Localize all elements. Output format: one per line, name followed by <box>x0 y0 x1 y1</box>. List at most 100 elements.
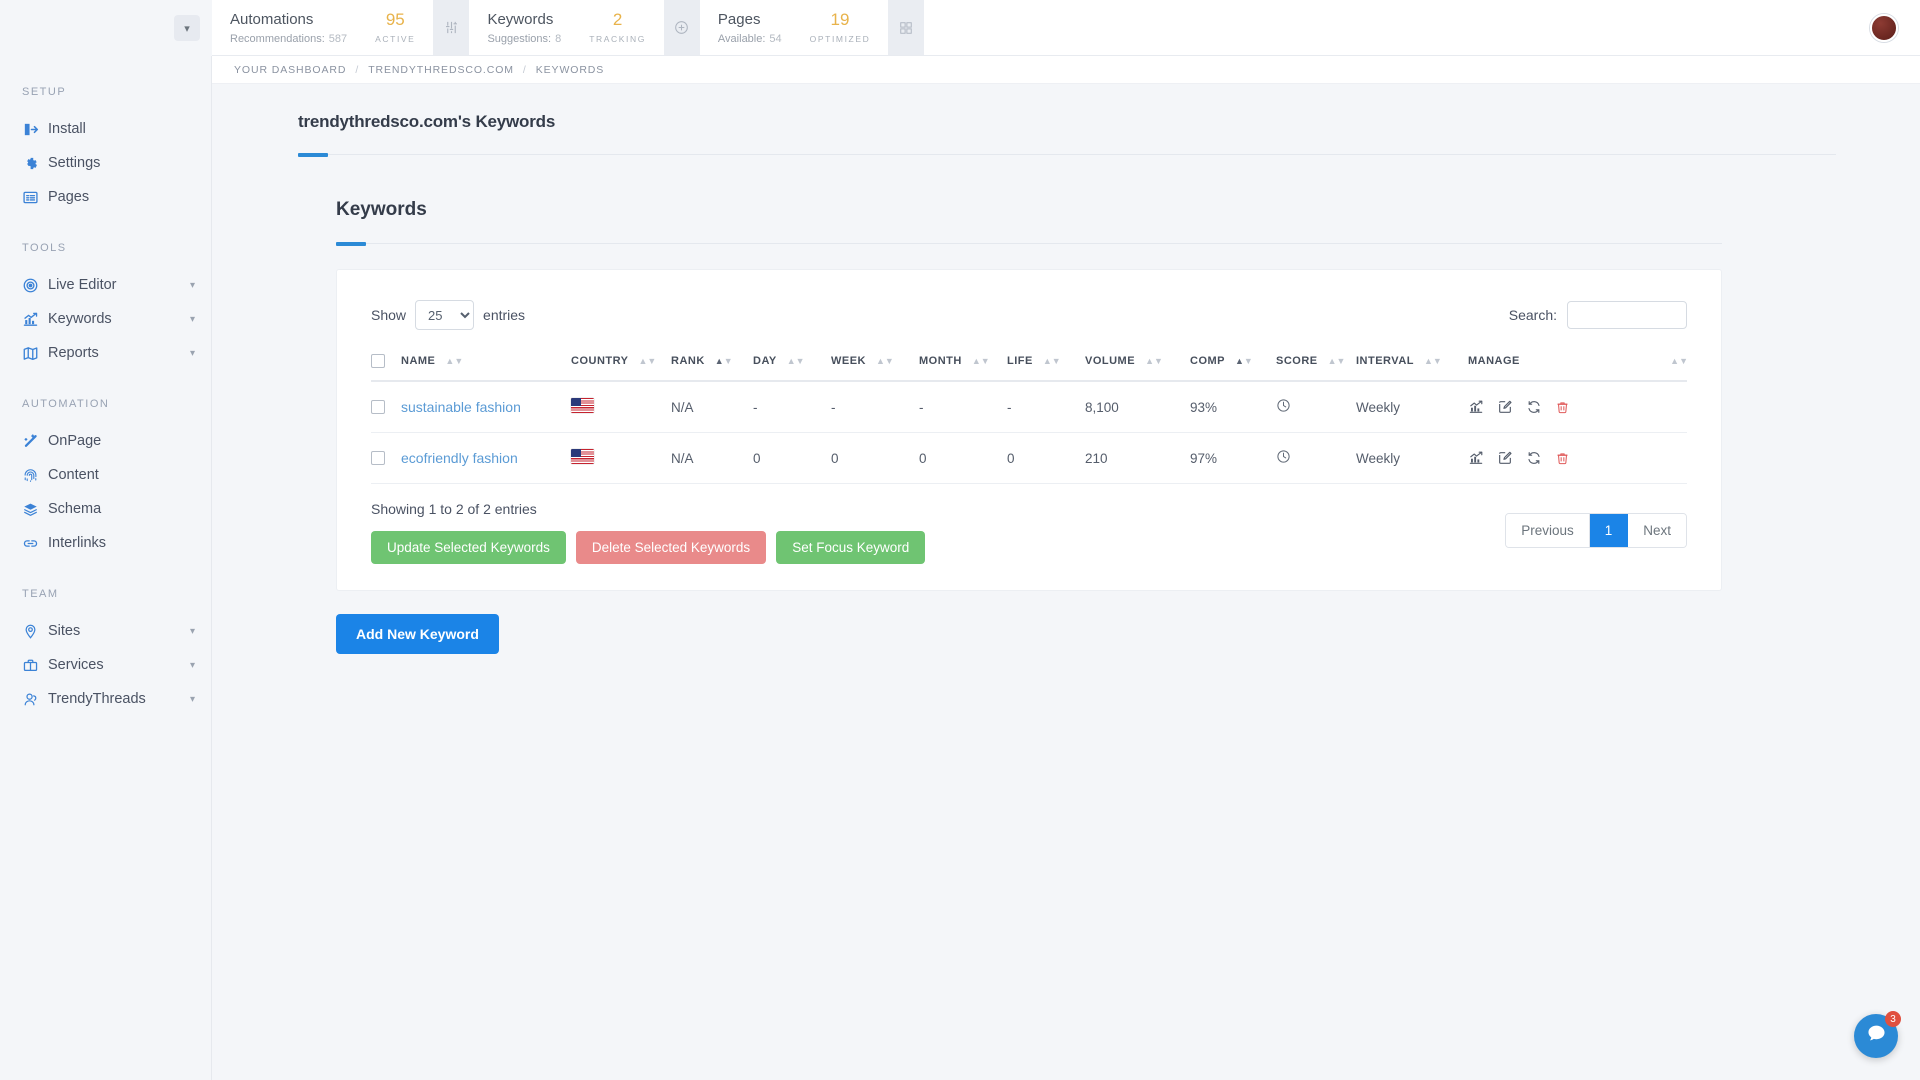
avatar[interactable] <box>1870 13 1898 42</box>
th-country[interactable]: COUNTRY ▲ ▼ <box>571 348 671 382</box>
pagination-previous[interactable]: Previous <box>1506 514 1590 547</box>
row-checkbox[interactable] <box>371 451 385 465</box>
th-manage[interactable]: MANAGE ▲ ▼ <box>1468 348 1688 382</box>
sidebar-item-pages[interactable]: Pages <box>0 180 211 214</box>
sort-icon[interactable]: ▲ ▼ <box>445 356 463 366</box>
sidebar-item-reports[interactable]: Reports ▾ <box>0 336 211 370</box>
cell-select[interactable] <box>371 432 401 484</box>
pagination-next[interactable]: Next <box>1628 514 1686 547</box>
th-day[interactable]: DAY ▲ ▼ <box>753 348 831 382</box>
chevron-down-icon[interactable]: ▾ <box>190 694 195 705</box>
th-month[interactable]: MONTH ▲ ▼ <box>919 348 1007 382</box>
add-new-keyword-button[interactable]: Add New Keyword <box>336 614 499 654</box>
stat-card-automations[interactable]: Automations Recommendations: 587 95 ACTIV… <box>212 0 434 55</box>
sort-icon-active[interactable]: ▲ ▼ <box>1235 356 1253 366</box>
trash-icon[interactable] <box>1555 451 1570 466</box>
top-bar: ▾ Automations Recommendations: 587 95 ACT… <box>0 0 1920 56</box>
pagination-page-1[interactable]: 1 <box>1589 514 1629 547</box>
delete-selected-keywords-button[interactable]: Delete Selected Keywords <box>575 531 767 564</box>
search-input[interactable] <box>1567 301 1687 329</box>
sort-icon[interactable]: ▲ ▼ <box>1670 356 1688 366</box>
refresh-icon[interactable] <box>1526 450 1542 466</box>
chevron-down-icon[interactable]: ▾ <box>190 280 195 291</box>
sidebar-item-onpage[interactable]: OnPage <box>0 424 211 458</box>
sort-icon[interactable]: ▲ ▼ <box>1424 356 1442 366</box>
chart-icon[interactable] <box>1468 399 1484 415</box>
sidebar-item-label: Live Editor <box>48 277 117 293</box>
show-label: Show <box>371 307 407 323</box>
keyword-link[interactable]: sustainable fashion <box>401 399 521 415</box>
sort-icon[interactable]: ▲ ▼ <box>1145 356 1163 366</box>
sidebar-item-interlinks[interactable]: Interlinks <box>0 526 211 560</box>
th-interval[interactable]: INTERVAL ▲ ▼ <box>1356 348 1468 382</box>
th-label: INTERVAL <box>1356 355 1414 367</box>
grid-icon[interactable] <box>888 0 925 55</box>
cell-month: - <box>919 381 1007 433</box>
sidebar-item-services[interactable]: Services ▾ <box>0 648 211 682</box>
edit-icon[interactable] <box>1497 450 1513 466</box>
sort-icon-active[interactable]: ▲ ▼ <box>715 356 733 366</box>
chevron-down-icon[interactable]: ▾ <box>190 626 195 637</box>
sort-icon[interactable]: ▲ ▼ <box>876 356 894 366</box>
sidebar-item-live-editor[interactable]: Live Editor ▾ <box>0 268 211 302</box>
table-row[interactable]: ecofriendly fashion N/A 0 0 0 0 210 97% <box>371 432 1687 484</box>
sidebar-item-trendythreads[interactable]: TrendyThreads ▾ <box>0 682 211 716</box>
keyword-link[interactable]: ecofriendly fashion <box>401 450 518 466</box>
cell-volume: 8,100 <box>1085 381 1190 433</box>
chevron-down-icon[interactable]: ▾ <box>190 314 195 325</box>
sidebar-item-schema[interactable]: Schema <box>0 492 211 526</box>
th-label: MANAGE <box>1468 355 1520 367</box>
stat-card-keywords[interactable]: Keywords Suggestions: 8 2 TRACKING <box>469 0 664 55</box>
row-checkbox[interactable] <box>371 400 385 414</box>
page-size-select[interactable]: 102550100 <box>415 300 475 330</box>
th-life[interactable]: LIFE ▲ ▼ <box>1007 348 1085 382</box>
cell-life: - <box>1007 381 1085 433</box>
stat-card-pages[interactable]: Pages Available: 54 19 OPTIMIZED <box>699 0 889 55</box>
sort-icon[interactable]: ▲ ▼ <box>787 356 805 366</box>
trash-icon[interactable] <box>1555 400 1570 415</box>
th-score[interactable]: SCORE ▲ ▼ <box>1276 348 1356 382</box>
th-volume[interactable]: VOLUME ▲ ▼ <box>1085 348 1190 382</box>
sort-icon[interactable]: ▲ ▼ <box>638 356 656 366</box>
chart-up-icon <box>22 311 48 328</box>
breadcrumb-item-site[interactable]: TRENDYTHREDSCO.COM <box>368 64 514 76</box>
breadcrumb-item-dashboard[interactable]: YOUR DASHBOARD <box>234 64 346 76</box>
cell-comp: 97% <box>1190 432 1276 484</box>
sort-icon[interactable]: ▲ ▼ <box>1328 356 1346 366</box>
sidebar-item-label: Schema <box>48 501 102 517</box>
table-row[interactable]: sustainable fashion N/A - - - - 8,100 93… <box>371 381 1687 433</box>
th-name[interactable]: NAME ▲ ▼ <box>401 348 571 382</box>
update-selected-keywords-button[interactable]: Update Selected Keywords <box>371 531 566 564</box>
sort-icon[interactable]: ▲ ▼ <box>1043 356 1061 366</box>
cell-name[interactable]: sustainable fashion <box>401 381 571 433</box>
th-rank[interactable]: RANK ▲ ▼ <box>671 348 753 382</box>
cell-name[interactable]: ecofriendly fashion <box>401 432 571 484</box>
cell-day: - <box>753 381 831 433</box>
stat-unit: OPTIMIZED <box>809 34 871 44</box>
sidebar-item-sites[interactable]: Sites ▾ <box>0 614 211 648</box>
sidebar-item-keywords[interactable]: Keywords ▾ <box>0 302 211 336</box>
th-label: COMP <box>1190 355 1225 367</box>
chat-launcher-button[interactable]: 3 <box>1854 1011 1901 1058</box>
sliders-icon[interactable] <box>433 0 470 55</box>
layers-icon <box>22 501 48 518</box>
th-week[interactable]: WEEK ▲ ▼ <box>831 348 919 382</box>
set-focus-keyword-button[interactable]: Set Focus Keyword <box>776 531 926 564</box>
brand-chevron-down-icon[interactable]: ▾ <box>174 15 200 41</box>
sidebar-item-install[interactable]: Install <box>0 112 211 146</box>
sidebar-item-label: Settings <box>48 155 101 171</box>
edit-icon[interactable] <box>1497 399 1513 415</box>
sidebar-item-content[interactable]: Content <box>0 458 211 492</box>
chevron-down-icon[interactable]: ▾ <box>190 660 195 671</box>
sidebar-item-settings[interactable]: Settings <box>0 146 211 180</box>
chevron-down-icon[interactable]: ▾ <box>190 348 195 359</box>
breadcrumb-separator: / <box>355 63 360 76</box>
cell-select[interactable] <box>371 381 401 433</box>
th-select-all[interactable] <box>371 348 401 382</box>
th-comp[interactable]: COMP ▲ ▼ <box>1190 348 1276 382</box>
refresh-icon[interactable] <box>1526 399 1542 415</box>
select-all-checkbox[interactable] <box>371 354 385 368</box>
plus-circle-icon[interactable] <box>663 0 700 55</box>
chart-icon[interactable] <box>1468 450 1484 466</box>
sort-icon[interactable]: ▲ ▼ <box>972 356 990 366</box>
